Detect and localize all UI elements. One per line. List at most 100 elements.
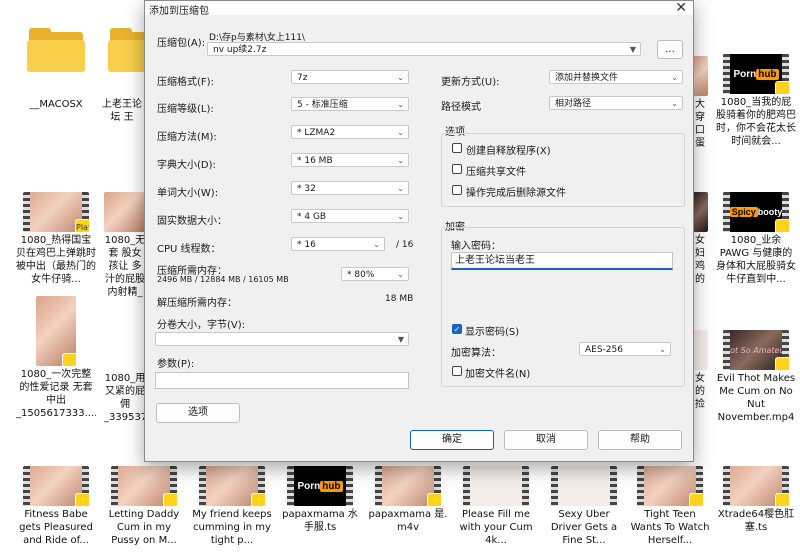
help-button[interactable]: 帮助 (598, 430, 682, 450)
solid-select[interactable]: * 4 GB ⌄ (291, 209, 409, 223)
password-input[interactable]: 上老王论坛当老王 (451, 252, 673, 270)
file-label: Evil Thot Makes Me Cum on No Nut Novembe… (716, 373, 796, 423)
video-thumbnail (199, 466, 265, 506)
mem-pct-select[interactable]: * 80% ⌄ (341, 267, 409, 281)
video-tile[interactable]: Player 1080_热得国宝贝在鸡巴上弹跳时被中出（最热门的女牛仔骑... (16, 192, 96, 286)
dict-value: * 16 MB (297, 156, 333, 166)
archive-label: 压缩包(A): (157, 38, 206, 49)
file-label: 女 的 捡 (695, 373, 705, 410)
video-tile[interactable]: Please Fill me with your Cum 4k... (456, 466, 536, 547)
video-tile[interactable]: Letting Daddy Cum in my Pussy on M... (104, 466, 184, 547)
chevron-down-icon: ⌄ (671, 73, 678, 82)
video-thumbnail: Not So Amateur (723, 330, 789, 370)
niche-logo: Not So Amateur (724, 345, 788, 355)
mem-comp-value: 2496 MB / 12884 MB / 16105 MB (157, 275, 289, 284)
chevron-down-icon: ⌄ (373, 240, 380, 249)
file-label: 1080_无套 股女孩让 多汁的屁股 内射精_ (104, 235, 146, 298)
chevron-down-icon: ⌄ (397, 73, 404, 82)
shared-checkbox[interactable] (452, 164, 462, 174)
video-tile[interactable]: Porn hub papaxmama 水手服.ts (280, 466, 360, 534)
method-value: * LZMA2 (297, 128, 336, 138)
video-thumbnail (637, 466, 703, 506)
sfx-checkbox[interactable] (452, 143, 462, 153)
sfx-label[interactable]: 创建自释放程序(X) (466, 142, 551, 157)
solid-value: * 4 GB (297, 212, 327, 222)
update-select[interactable]: 添加并替换文件 ⌄ (549, 70, 683, 84)
video-tile[interactable]: Porn hub 1080_当我的屁股骑着你的肥鸡巴时，你不会花太长时间就会... (716, 54, 796, 148)
mem-decomp-value: 18 MB (385, 294, 414, 304)
folder-icon (108, 28, 146, 72)
split-label: 分卷大小，字节(V): (157, 320, 246, 331)
threads-total: / 16 (396, 240, 414, 250)
level-label: 压缩等级(L): (157, 104, 214, 115)
file-tile[interactable]: 1080_用 又紧的屁 佣 _3395370 (104, 372, 146, 424)
video-thumbnail (23, 466, 89, 506)
shared-label[interactable]: 压缩共享文件 (466, 163, 526, 178)
video-thumbnail (111, 466, 177, 506)
threads-select[interactable]: * 16 ⌄ (291, 237, 385, 251)
pornhub-logo: Porn hub (297, 480, 343, 492)
folder-tile[interactable]: 上老王论坛 王 (98, 28, 146, 124)
close-icon[interactable]: ✕ (675, 0, 687, 16)
path-mode-value: 相对路径 (555, 99, 592, 109)
video-tile[interactable]: Spicy booty 1080_业余 PAWG 与健康的身体和大屁股骑女牛仔直到… (716, 192, 796, 286)
video-thumbnail (692, 330, 708, 370)
video-tile[interactable]: My friend keeps cumming in my tight p... (192, 466, 272, 547)
file-label: Please Fill me with your Cum 4k... (459, 509, 533, 546)
delete-source-checkbox[interactable] (452, 185, 462, 195)
archive-name-value: nv up续2.7z (213, 45, 267, 55)
player-badge-icon (163, 493, 177, 506)
player-badge-icon (775, 219, 789, 232)
word-select[interactable]: * 32 ⌄ (291, 181, 409, 195)
video-tile[interactable]: 1080_一次完整的性爱记录 无套中出 _1505617333.... (16, 296, 96, 420)
title-bar[interactable]: 添加到压缩包 ✕ (145, 0, 693, 17)
format-value: 7z (297, 73, 308, 83)
options-button[interactable]: 选项 (156, 403, 240, 423)
file-label: 1080_当我的屁股骑着你的肥鸡巴时，你不会花太长时间就会... (716, 97, 796, 147)
video-tile[interactable]: 1080_无套 股女孩让 多汁的屁股 内射精_ (104, 192, 146, 299)
video-tile[interactable]: 大 穿 口 蛋 (692, 56, 708, 150)
video-tile[interactable]: Not So Amateur Evil Thot Makes Me Cum on… (716, 330, 796, 424)
level-select[interactable]: 5 - 标准压缩 ⌄ (291, 97, 409, 111)
video-thumbnail: Spicy booty (723, 192, 789, 232)
encrypt-names-label[interactable]: 加密文件名(N) (465, 365, 530, 380)
chevron-down-icon: ⌄ (659, 345, 666, 354)
folder-icon (27, 28, 85, 72)
delete-source-label[interactable]: 操作完成后删除源文件 (466, 184, 566, 199)
encrypt-names-checkbox[interactable] (452, 366, 462, 376)
split-combo[interactable]: ▼ (155, 332, 409, 346)
video-tile[interactable]: Sexy Uber Driver Gets a Fine St... (544, 466, 624, 547)
show-password-checkbox[interactable]: ✓ (452, 324, 462, 334)
folder-tile[interactable]: __MACOSX (16, 28, 96, 111)
chevron-down-icon: ⌄ (671, 99, 678, 108)
cancel-button[interactable]: 取消 (504, 430, 588, 450)
pornhub-logo: Porn hub (733, 68, 779, 80)
path-mode-select[interactable]: 相对路径 ⌄ (549, 96, 683, 110)
file-label: Xtrade64樱色肛塞.ts (717, 509, 795, 533)
params-input[interactable] (155, 372, 409, 389)
dict-select[interactable]: * 16 MB ⌄ (291, 153, 409, 167)
show-password-label[interactable]: 显示密码(S) (465, 323, 519, 338)
video-tile[interactable]: Xtrade64樱色肛塞.ts (716, 466, 796, 534)
video-tile[interactable]: Tight Teen Wants To Watch Herself... (630, 466, 710, 547)
file-label: 上老王论坛 王 (102, 99, 142, 123)
format-select[interactable]: 7z ⌄ (291, 70, 409, 84)
video-tile[interactable]: 女 的 捡 (692, 330, 708, 411)
file-label: 1080_用 又紧的屁 佣 _3395370 (104, 373, 146, 423)
browse-button[interactable]: ... (657, 40, 683, 59)
method-select[interactable]: * LZMA2 ⌄ (291, 125, 409, 139)
ok-button[interactable]: 确定 (410, 430, 494, 450)
dict-label: 字典大小(D): (157, 160, 216, 171)
video-thumbnail (692, 56, 708, 96)
enc-method-select[interactable]: AES-256 ⌄ (579, 342, 671, 356)
player-badge-icon (75, 493, 89, 506)
video-tile[interactable]: papaxmama 是. m4v (368, 466, 448, 534)
file-label: 1080_业余 PAWG 与健康的身体和大屁股骑女牛仔直到中... (716, 235, 796, 285)
archive-name-combo[interactable]: nv up续2.7z ▼ (207, 42, 641, 56)
file-label: Fitness Babe gets Pleasured and Ride of.… (19, 509, 93, 546)
add-to-archive-dialog: 添加到压缩包 ✕ 压缩包(A): D:\存p与素材\女上111\ nv up续2… (144, 0, 694, 462)
video-tile[interactable]: 女 妇 鸡 的 (692, 192, 708, 286)
dialog-title: 添加到压缩包 (149, 6, 209, 17)
video-thumbnail: Porn hub (723, 54, 789, 94)
video-tile[interactable]: Fitness Babe gets Pleasured and Ride of.… (16, 466, 96, 547)
